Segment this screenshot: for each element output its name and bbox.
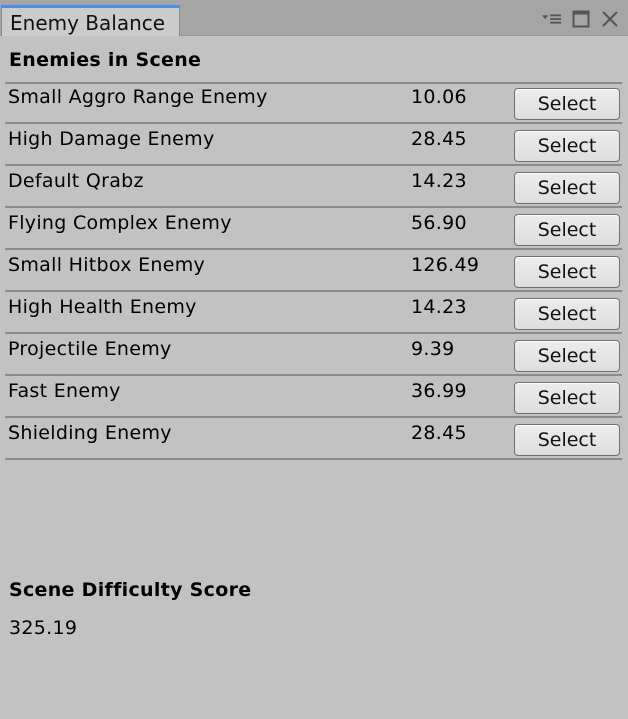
enemy-row: Projectile Enemy 9.39 Select: [0, 336, 628, 376]
select-button[interactable]: Select: [514, 256, 620, 288]
enemy-name: Projectile Enemy: [8, 338, 172, 360]
enemy-row: Default Qrabz 14.23 Select: [0, 168, 628, 208]
row-divider: [5, 416, 622, 418]
tab-active-indicator: [1, 5, 180, 8]
panel-content: Enemies in Scene Small Aggro Range Enemy…: [0, 36, 628, 719]
enemy-row: Small Hitbox Enemy 126.49 Select: [0, 252, 628, 292]
select-button[interactable]: Select: [514, 172, 620, 204]
row-divider: [5, 290, 622, 292]
window-controls: [542, 8, 620, 30]
select-button[interactable]: Select: [514, 214, 620, 246]
context-menu-icon[interactable]: [542, 9, 562, 29]
close-icon[interactable]: [600, 9, 620, 29]
select-button[interactable]: Select: [514, 298, 620, 330]
enemy-name: High Health Enemy: [8, 296, 197, 318]
select-button[interactable]: Select: [514, 130, 620, 162]
row-divider: [5, 458, 622, 460]
enemy-score: 28.45: [411, 128, 467, 150]
enemy-row: Flying Complex Enemy 56.90 Select: [0, 210, 628, 250]
enemy-score: 9.39: [411, 338, 455, 360]
enemy-balance-window: Enemy Balance Enemies in Scene Small Agg…: [0, 0, 628, 719]
select-button[interactable]: Select: [514, 340, 620, 372]
row-divider: [5, 164, 622, 166]
enemy-row: High Health Enemy 14.23 Select: [0, 294, 628, 334]
enemy-row: Small Aggro Range Enemy 10.06 Select: [0, 84, 628, 124]
enemy-score: 36.99: [411, 380, 467, 402]
enemy-score: 10.06: [411, 86, 467, 108]
enemy-score: 14.23: [411, 296, 467, 318]
row-divider: [5, 374, 622, 376]
enemy-name: Small Hitbox Enemy: [8, 254, 206, 276]
enemies-section-title: Enemies in Scene: [9, 49, 202, 71]
enemy-name: Default Qrabz: [8, 170, 144, 192]
tab-enemy-balance[interactable]: Enemy Balance: [1, 6, 180, 36]
select-button[interactable]: Select: [514, 424, 620, 456]
difficulty-section-title: Scene Difficulty Score: [9, 579, 252, 601]
enemy-name: Flying Complex Enemy: [8, 212, 232, 234]
enemy-score: 14.23: [411, 170, 467, 192]
enemy-score: 56.90: [411, 212, 467, 234]
enemy-row: High Damage Enemy 28.45 Select: [0, 126, 628, 166]
enemy-name: Small Aggro Range Enemy: [8, 86, 268, 108]
enemy-score: 28.45: [411, 422, 467, 444]
select-button[interactable]: Select: [514, 88, 620, 120]
enemy-score: 126.49: [411, 254, 480, 276]
tab-bar: Enemy Balance: [0, 0, 628, 36]
enemy-row: Shielding Enemy 28.45 Select: [0, 420, 628, 460]
enemy-name: High Damage Enemy: [8, 128, 215, 150]
enemy-name: Shielding Enemy: [8, 422, 172, 444]
row-divider: [5, 122, 622, 124]
difficulty-score-value: 325.19: [9, 617, 78, 639]
row-divider: [5, 248, 622, 250]
tab-title: Enemy Balance: [10, 11, 166, 35]
enemy-row: Fast Enemy 36.99 Select: [0, 378, 628, 418]
enemy-name: Fast Enemy: [8, 380, 121, 402]
select-button[interactable]: Select: [514, 382, 620, 414]
row-divider: [5, 206, 622, 208]
maximize-icon[interactable]: [571, 9, 591, 29]
row-divider: [5, 332, 622, 334]
